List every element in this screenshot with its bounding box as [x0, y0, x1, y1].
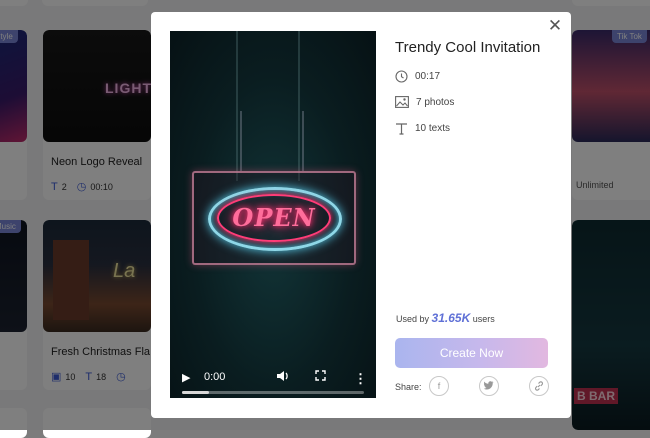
usage-number: 31.65K: [431, 311, 471, 325]
video-player[interactable]: OPEN ▶ 0:00 ⋮: [170, 31, 376, 398]
video-controls: ▶ 0:00 ⋮: [170, 358, 376, 398]
template-texts: 10 texts: [415, 123, 451, 134]
more-options-icon[interactable]: ⋮: [354, 372, 367, 385]
template-photos: 7 photos: [416, 96, 455, 108]
twitter-icon[interactable]: [479, 376, 499, 396]
share-label: Share:: [395, 382, 422, 392]
template-duration: 00:17: [415, 71, 441, 82]
texts-row: 10 texts: [395, 122, 450, 135]
text-icon: [395, 122, 408, 135]
usage-prefix: Used by: [396, 314, 430, 324]
volume-icon[interactable]: [276, 370, 290, 385]
usage-suffix: users: [472, 314, 495, 324]
clock-icon: [395, 70, 408, 83]
photos-row: 7 photos: [395, 96, 454, 108]
usage-count: Used by 31.65K users: [396, 311, 495, 325]
video-frame-open-sign: OPEN: [192, 171, 356, 265]
video-progress-fill: [182, 391, 210, 394]
create-now-button[interactable]: Create Now: [395, 338, 548, 368]
template-title: Trendy Cool Invitation: [395, 39, 541, 56]
close-icon[interactable]: ✕: [547, 17, 563, 34]
template-preview-modal: ✕ OPEN ▶ 0:00 ⋮ Trendy Cool Invitation 0…: [151, 12, 571, 418]
link-icon[interactable]: [529, 376, 549, 396]
duration-row: 00:17: [395, 70, 440, 83]
play-icon[interactable]: ▶: [182, 371, 190, 384]
video-time: 0:00: [204, 371, 226, 383]
photo-icon: [395, 96, 409, 108]
fullscreen-icon[interactable]: [315, 370, 326, 384]
open-sign-text: OPEN: [232, 203, 316, 232]
video-progress-bar[interactable]: [182, 391, 364, 394]
facebook-icon[interactable]: f: [429, 376, 449, 396]
